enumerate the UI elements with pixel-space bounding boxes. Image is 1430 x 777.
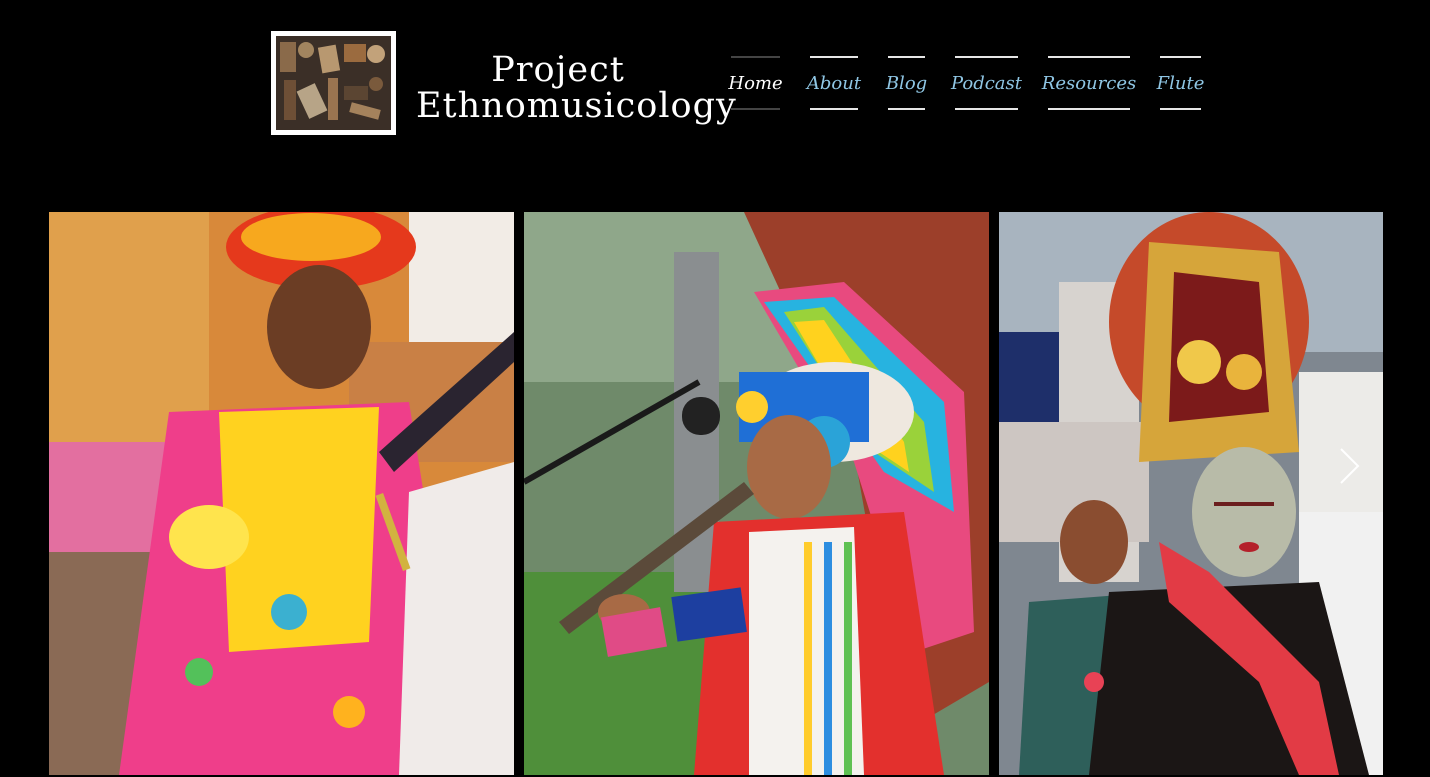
gallery-next-button[interactable] <box>1336 446 1362 486</box>
site-title[interactable]: Project Ethnomusicology <box>416 50 737 126</box>
site-logo[interactable] <box>271 31 396 135</box>
musician-turban-image <box>49 212 514 775</box>
musician-headdress-image <box>524 212 989 775</box>
nav-item-podcast[interactable]: Podcast <box>951 56 1022 110</box>
main-nav: Home About Blog Podcast Resources Flute <box>728 56 1204 110</box>
nav-item-flute[interactable]: Flute <box>1157 56 1204 110</box>
site-title-line2: Ethnomusicology <box>416 86 737 126</box>
nav-item-resources[interactable]: Resources <box>1042 56 1136 110</box>
site-title-line1: Project <box>491 50 625 90</box>
gallery-slide-2[interactable] <box>524 212 989 775</box>
performer-crown-image <box>999 212 1383 775</box>
image-gallery <box>49 212 1383 775</box>
nav-item-blog[interactable]: Blog <box>886 56 927 110</box>
gallery-slide-3[interactable] <box>999 212 1383 775</box>
gallery-slide-1[interactable] <box>49 212 514 775</box>
nav-item-about[interactable]: About <box>807 56 861 110</box>
chevron-right-icon <box>1340 448 1360 484</box>
nav-item-home[interactable]: Home <box>728 56 783 110</box>
page: Project Ethnomusicology Home About Blog … <box>0 0 1430 777</box>
instruments-collage-icon <box>276 36 391 130</box>
